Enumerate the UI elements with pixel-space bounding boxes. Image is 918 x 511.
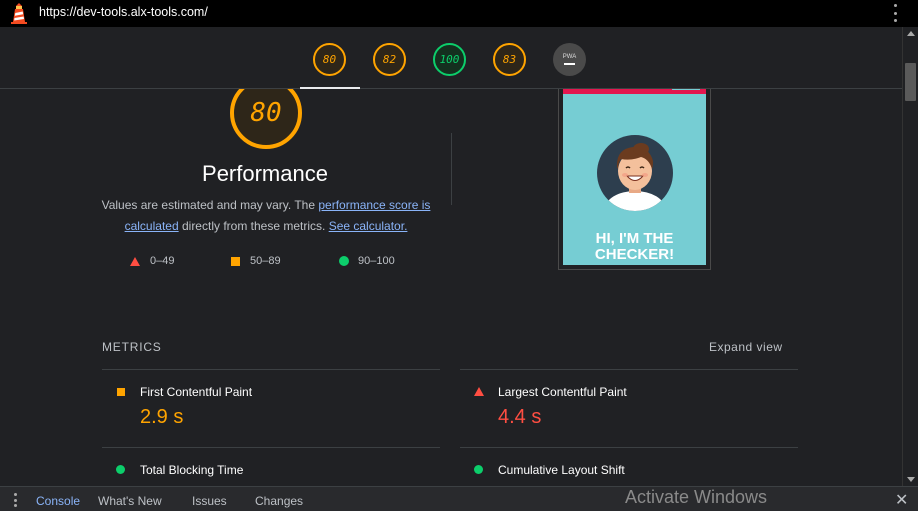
divider [460,447,798,448]
metric-name: Cumulative Layout Shift [498,463,625,477]
divider [102,447,440,448]
triangle-icon [474,387,484,396]
close-icon[interactable]: ✕ [895,490,908,510]
lighthouse-icon [11,3,27,24]
see-calculator-link[interactable]: See calculator. [329,219,408,233]
tab-score-label: 100 [439,53,460,66]
tab-seo-gauge[interactable]: 83 [493,43,526,76]
page-url: https://dev-tools.alx-tools.com/ [39,5,208,19]
tab-console[interactable]: Console [36,494,80,508]
vertical-scrollbar[interactable] [902,27,918,486]
legend-item-average: 50–89 [231,253,281,269]
divider [460,369,798,370]
tab-whats-new[interactable]: What's New [98,494,162,508]
triangle-icon [130,256,140,266]
metric-name: First Contentful Paint [140,385,253,399]
metric-value: 2.9 s [140,406,184,428]
scroll-down-icon[interactable] [907,477,915,482]
category-description: Values are estimated and may vary. The p… [100,195,432,237]
url-bar: https://dev-tools.alx-tools.com/ [0,0,918,27]
activate-windows-watermark: Activate Windows [625,487,768,507]
square-icon [117,388,125,396]
legend-range: 50–89 [250,255,281,267]
legend-item-pass: 90–100 [339,253,395,269]
kebab-vertical-icon[interactable] [892,4,898,22]
desc-text: directly from these metrics. [178,219,329,233]
circle-icon [116,465,125,474]
legend-range: 0–49 [150,255,175,267]
metric-name: Largest Contentful Paint [498,385,627,399]
performance-gauge: 80 [230,89,302,149]
divider [451,133,452,205]
tab-score-label: 80 [322,53,337,66]
legend-item-fail: 0–49 [130,253,174,269]
screenshot-image: HI, I'M THE CHECKER! [563,89,706,265]
pwa-label: PWA [562,54,577,60]
performance-score: 80 [250,98,282,128]
metrics-header: METRICS [102,340,162,354]
expand-view-toggle[interactable]: Expand view [709,340,783,354]
tab-issues[interactable]: Issues [192,494,227,508]
metric-name: Total Blocking Time [140,463,244,477]
circle-icon [474,465,483,474]
tab-score-label: 82 [382,53,397,66]
legend-range: 90–100 [358,255,395,267]
square-icon [231,256,240,266]
tab-accessibility-gauge[interactable]: 82 [373,43,406,76]
avatar-icon [597,135,673,211]
screenshot-header-button [672,89,700,90]
metric-value: 4.4 s [498,406,542,428]
scroll-up-icon[interactable] [907,31,915,36]
final-screenshot[interactable]: HI, I'M THE CHECKER! [558,89,711,270]
category-title: Performance [202,161,328,186]
scroll-thumb[interactable] [905,63,916,101]
tab-best-practices-gauge[interactable]: 100 [433,43,466,76]
score-tab-bar: 80 82 100 83 PWA [0,27,902,89]
desc-text: Values are estimated and may vary. The [101,198,319,212]
tab-score-label: 83 [502,53,517,66]
tab-pwa-gauge[interactable]: PWA [553,43,586,76]
devtools-drawer: Console What's New Issues Changes Activa… [0,486,918,511]
screenshot-heading: HI, I'M THE CHECKER! [594,230,675,263]
kebab-vertical-icon[interactable] [12,493,18,507]
circle-icon [339,256,349,266]
report-content: 80 Performance Values are estimated and … [0,89,902,486]
tab-changes[interactable]: Changes [255,494,303,508]
tab-performance-gauge[interactable]: 80 [313,43,346,76]
divider [102,369,440,370]
pwa-dash-icon [564,63,575,65]
